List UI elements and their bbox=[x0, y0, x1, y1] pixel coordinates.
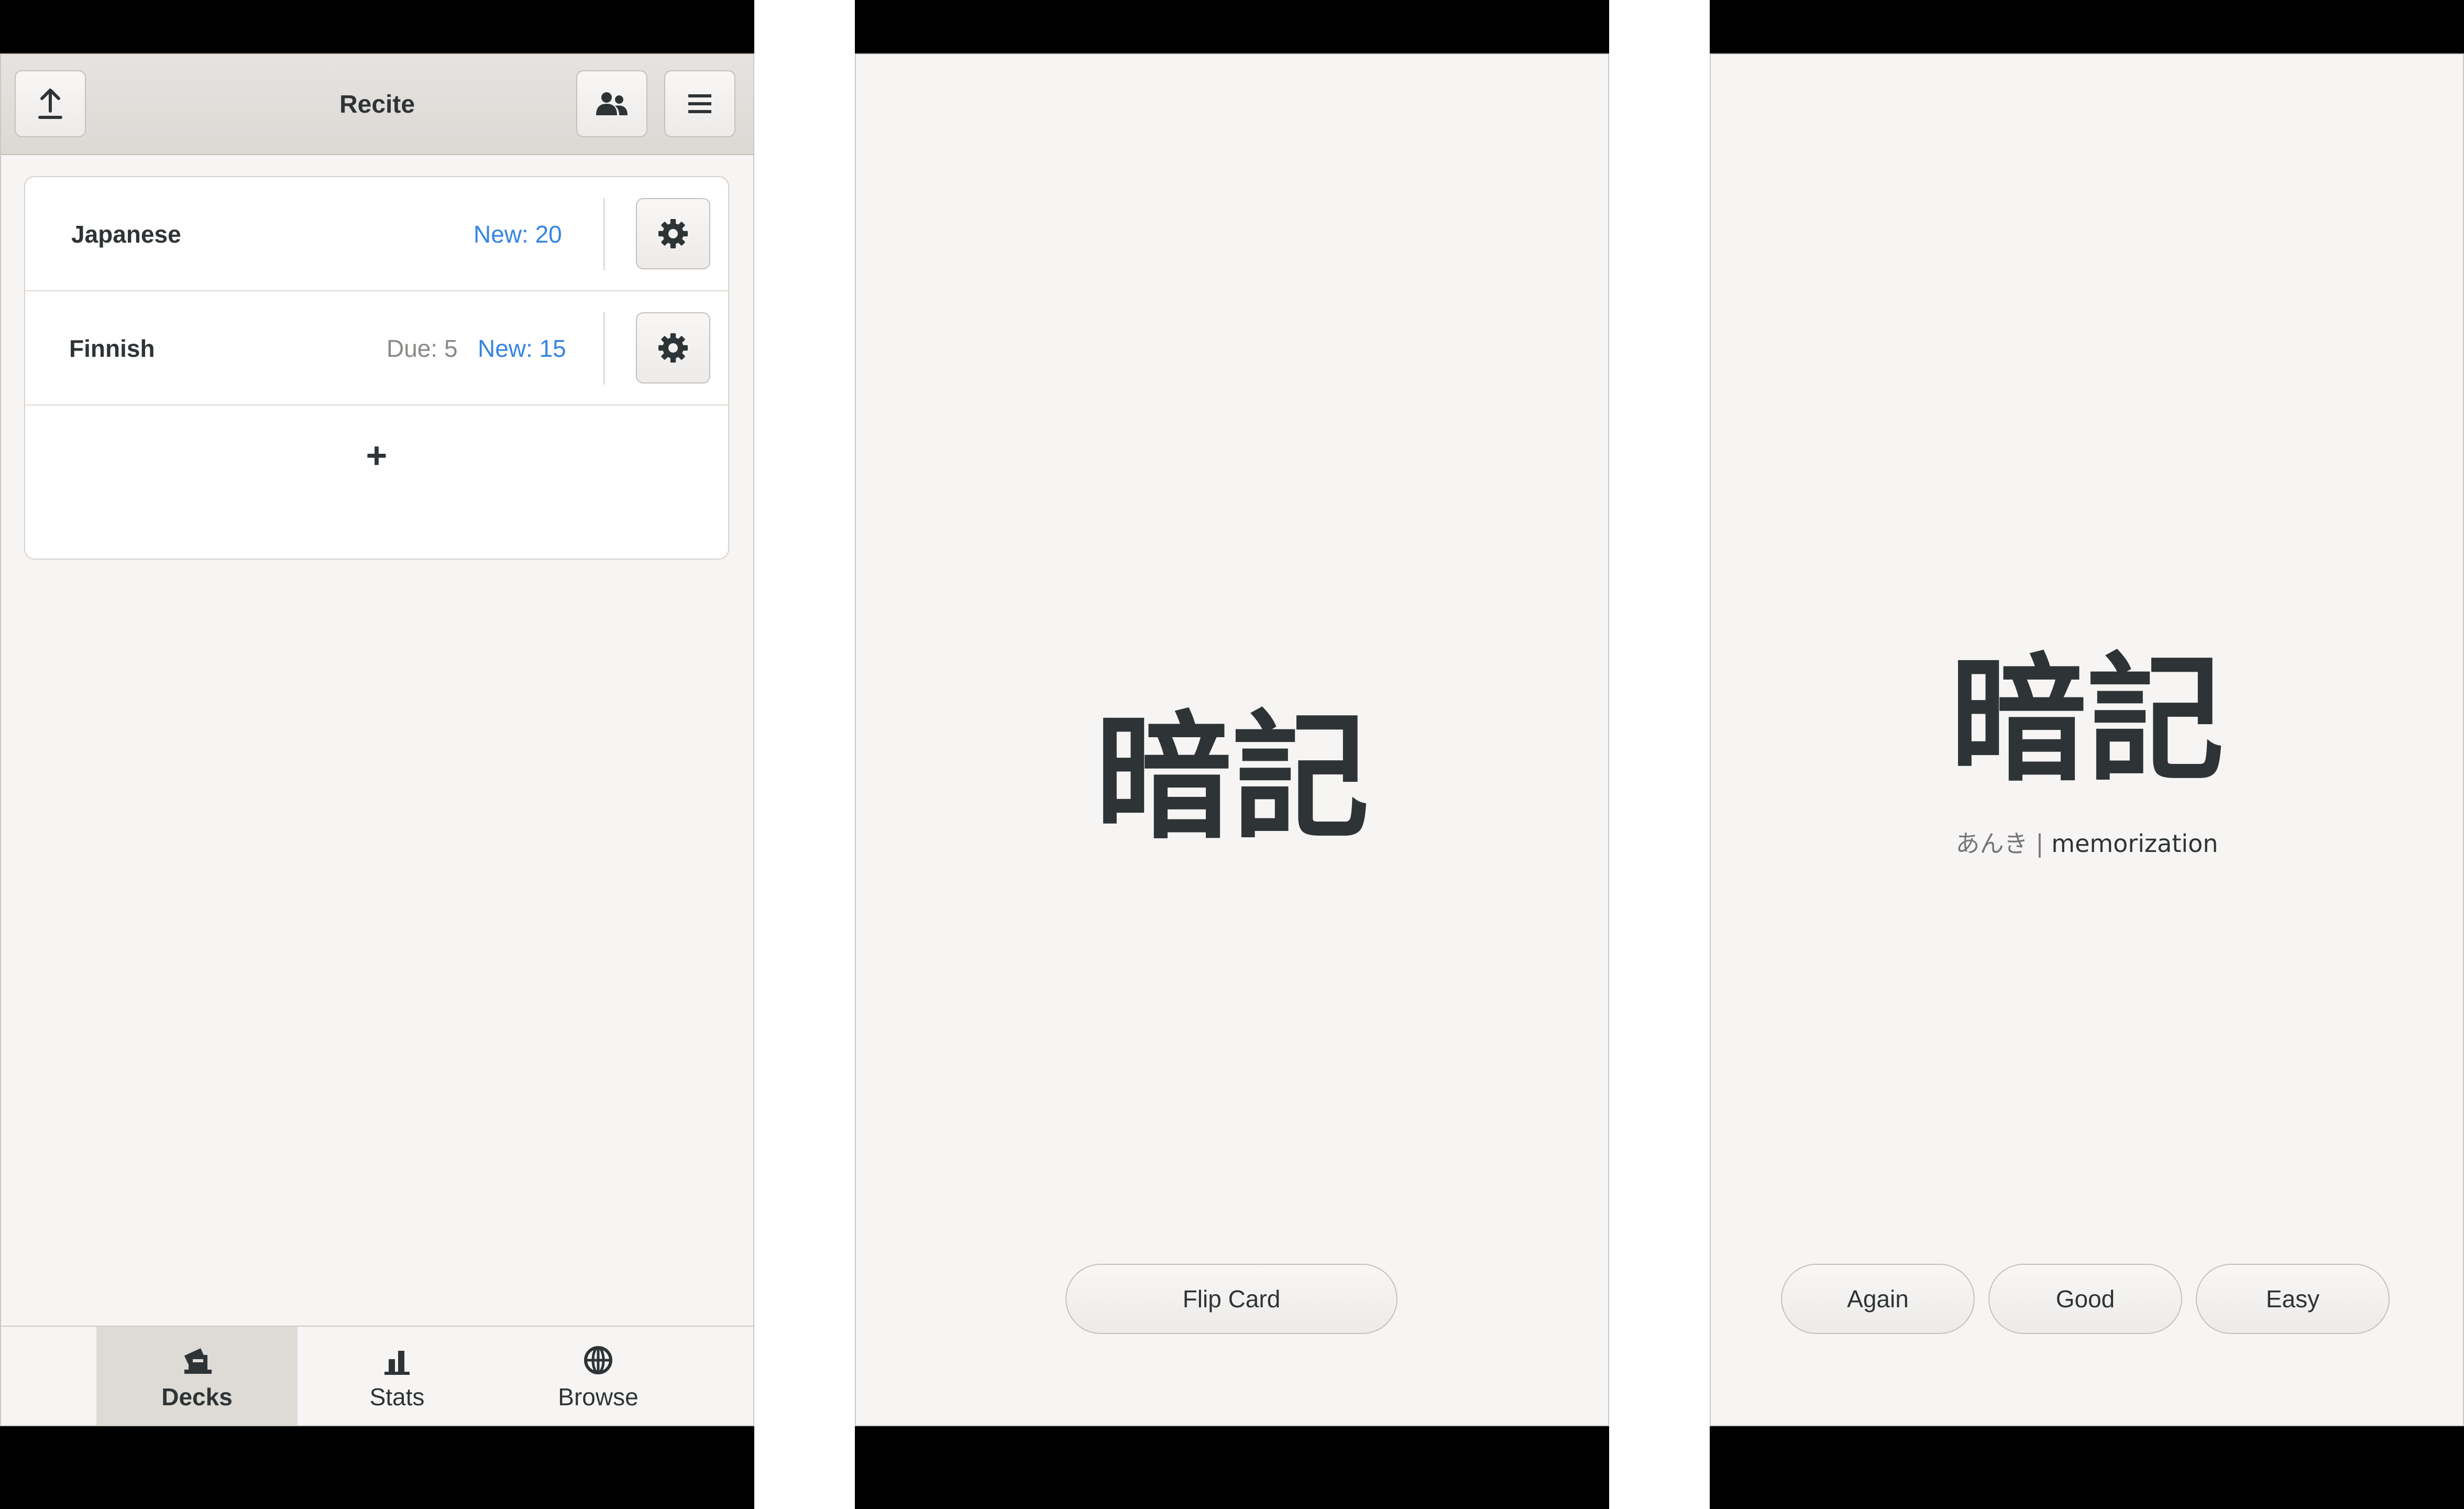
card-back-screen: 暗記 あんき | memorization Again Good Easy bbox=[1710, 53, 2464, 1426]
deck-list: Japanese New: 20 Finnish Due: 5 New: 15 … bbox=[24, 176, 729, 560]
decks-screen: Recite Japanese New: 20 Finnish Due: 5 N… bbox=[0, 53, 754, 1426]
deck-name: Japanese bbox=[71, 221, 181, 248]
card-front-screen: 暗記 Flip Card bbox=[855, 53, 1609, 1426]
nav-decks-label: Decks bbox=[161, 1383, 233, 1410]
add-deck-button[interactable]: + bbox=[25, 406, 728, 505]
card-back-word: 暗記 bbox=[1950, 640, 2224, 800]
gear-icon bbox=[658, 333, 688, 363]
deck-settings-button[interactable] bbox=[636, 198, 710, 269]
card-meaning: memorization bbox=[2051, 829, 2218, 858]
phone-frame-card-front: 暗記 Flip Card bbox=[855, 0, 1609, 1509]
deck-new-count: New: 15 bbox=[478, 335, 566, 362]
nav-decks[interactable]: Decks bbox=[96, 1327, 298, 1425]
deck-row-japanese[interactable]: Japanese New: 20 bbox=[25, 177, 728, 291]
card-front-word: 暗記 bbox=[1095, 698, 1369, 858]
deck-settings-button[interactable] bbox=[636, 312, 710, 384]
nav-browse-label: Browse bbox=[558, 1383, 639, 1410]
nav-stats-label: Stats bbox=[369, 1383, 425, 1410]
flip-card-button[interactable]: Flip Card bbox=[1065, 1264, 1398, 1334]
nav-browse[interactable]: Browse bbox=[498, 1327, 699, 1425]
sync-users-button[interactable] bbox=[576, 70, 647, 137]
card-reading: あんき bbox=[1955, 829, 2028, 858]
card-separator: | bbox=[2036, 829, 2044, 858]
row-separator bbox=[603, 312, 605, 385]
again-button[interactable]: Again bbox=[1781, 1264, 1975, 1334]
phone-frame-decks: Recite Japanese New: 20 Finnish Due: 5 N… bbox=[0, 0, 754, 1509]
people-icon bbox=[596, 92, 628, 115]
main-menu-button[interactable] bbox=[664, 70, 735, 137]
phone-frame-card-back: 暗記 あんき | memorization Again Good Easy bbox=[1710, 0, 2464, 1509]
view-switcher-bar: Decks Stats Browse bbox=[1, 1326, 753, 1425]
deck-new-count: New: 20 bbox=[474, 221, 562, 248]
nav-stats[interactable]: Stats bbox=[296, 1327, 498, 1425]
good-button[interactable]: Good bbox=[1988, 1264, 2182, 1334]
card-answer: あんき | memorization bbox=[1711, 825, 2463, 859]
deck-due-count: Due: 5 bbox=[387, 335, 458, 362]
deck-name: Finnish bbox=[69, 335, 155, 362]
header-bar: Recite bbox=[1, 54, 753, 155]
gear-icon bbox=[658, 219, 688, 248]
deck-row-finnish[interactable]: Finnish Due: 5 New: 15 bbox=[25, 291, 728, 406]
globe-icon bbox=[584, 1346, 612, 1374]
stats-icon bbox=[384, 1351, 410, 1375]
upload-button[interactable] bbox=[15, 70, 86, 137]
decks-icon bbox=[184, 1348, 212, 1374]
upload-icon bbox=[38, 89, 62, 119]
hamburger-menu-icon bbox=[688, 94, 711, 113]
easy-button[interactable]: Easy bbox=[2196, 1264, 2390, 1334]
row-separator bbox=[603, 198, 605, 270]
